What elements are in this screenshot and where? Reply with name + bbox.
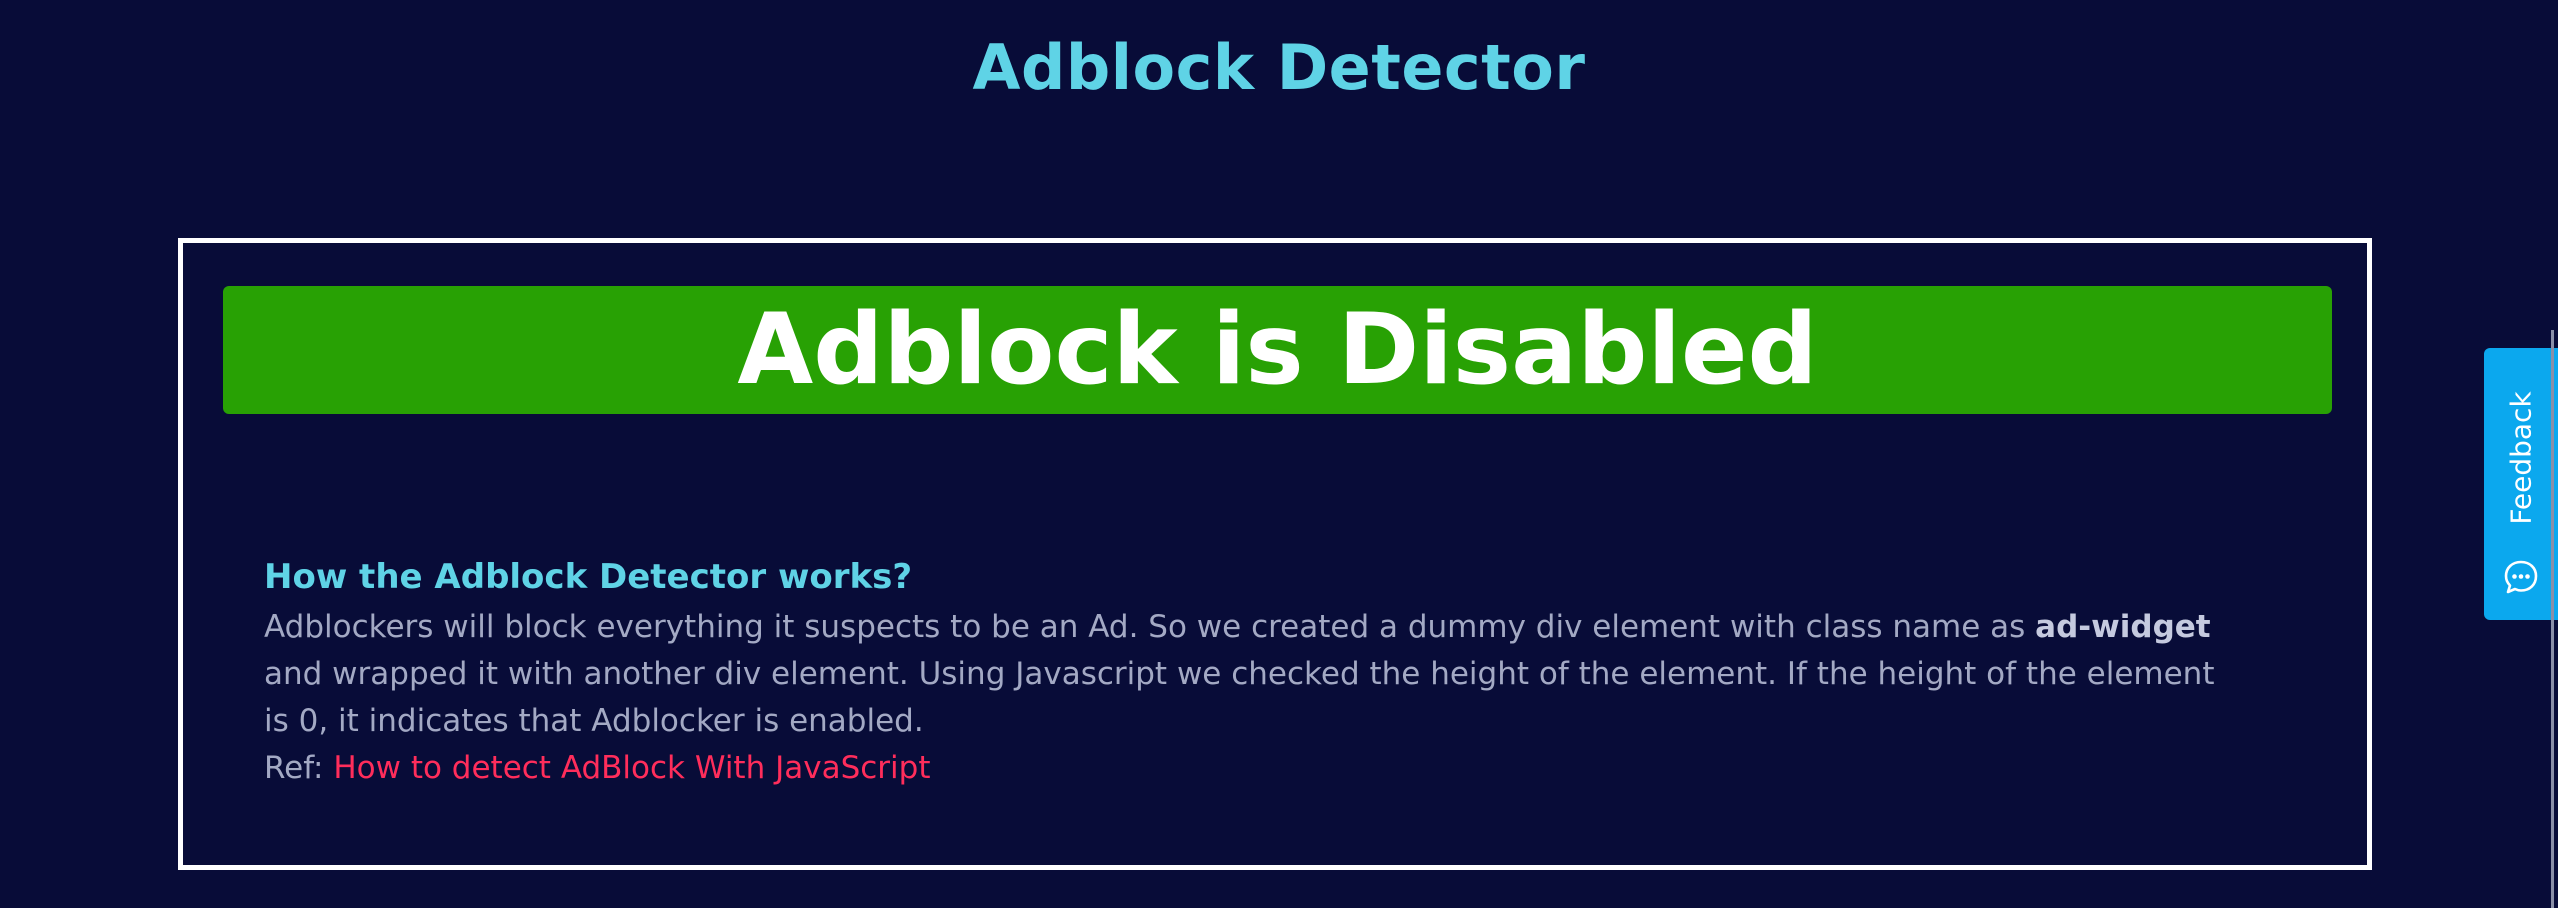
info-section: How the Adblock Detector works? Adblocke… [264,550,2234,792]
ref-label: Ref: [264,750,334,786]
chat-bubble-icon [2504,560,2538,594]
info-description: Adblockers will block everything it susp… [264,604,2234,745]
ref-link[interactable]: How to detect AdBlock With JavaScript [333,750,930,786]
description-text-after: and wrapped it with another div element.… [264,656,2215,739]
feedback-button[interactable]: Feedback [2484,348,2558,620]
scrollbar-track[interactable] [2551,330,2554,908]
ref-line: Ref: How to detect AdBlock With JavaScri… [264,745,2234,792]
description-text-before: Adblockers will block everything it susp… [264,609,2036,645]
info-heading: How the Adblock Detector works? [264,557,913,597]
page-title: Adblock Detector [972,31,1586,104]
class-name-highlight: ad-widget [2035,609,2211,645]
adblock-status-banner: Adblock is Disabled [223,286,2332,414]
feedback-label: Feedback [2504,391,2538,525]
